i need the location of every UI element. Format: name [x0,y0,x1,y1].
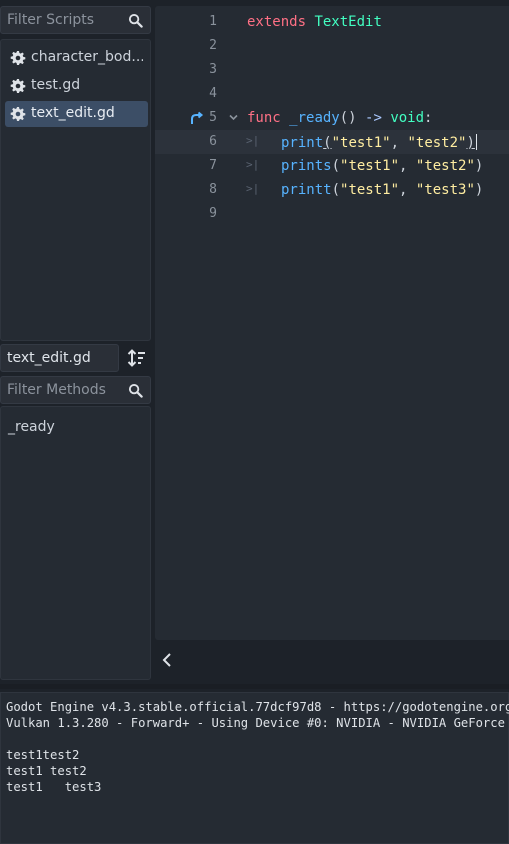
current-file-field[interactable]: text_edit.gd [0,344,119,372]
line-number: 3 [209,62,217,77]
line-number: 7 [209,158,217,173]
chevron-left-icon[interactable] [161,652,173,668]
type-name: void [390,110,425,126]
output-line: test1 test3 [6,780,102,794]
text-caret [475,134,477,150]
string: "test1" [340,182,400,198]
filter-methods-placeholder: Filter Methods [7,382,106,398]
output-panel: Godot Engine v4.3.stable.official.77dcf9… [0,692,509,844]
script-item-test[interactable]: test.gd [5,73,148,99]
comma: , [399,158,416,174]
line-number: 1 [209,14,217,29]
paren: ( [323,135,332,151]
code-line: 1 extends TextEdit [155,10,509,34]
function-name: _ready [289,110,340,126]
paren: ( [331,158,341,174]
code-line: 8 >| printt("test1", "test3") [155,178,509,202]
comma: , [399,182,416,198]
output-line: test1 test2 [6,764,87,778]
paren: ) [466,135,475,151]
string: "test1" [340,158,400,174]
scripts-list: character_bod... test.gd text_edit.gd [0,39,151,341]
paren: ( [331,182,341,198]
script-item-text-edit[interactable]: text_edit.gd [5,101,148,127]
tab-indicator-icon: >| [246,134,260,147]
string: "test2" [407,135,467,151]
comma: , [390,135,408,151]
code-line: 4 [155,82,509,106]
sort-icon[interactable] [124,346,150,370]
code-line-current: 6 >| print("test1", "test2") [155,130,509,154]
methods-list: _ready [0,406,151,680]
chevron-down-icon[interactable] [229,114,238,121]
filter-scripts-placeholder: Filter Scripts [7,12,95,28]
string: "test3" [415,182,475,198]
string: "test2" [415,158,475,174]
method-item-ready[interactable]: _ready [8,419,55,435]
scripts-panel: Filter Scripts character_bod... test.gd [0,0,153,684]
editor-status-bar [155,642,509,680]
tab-indicator-icon: >| [246,182,260,195]
function-call: print [281,135,324,151]
line-number: 6 [209,134,217,149]
line-number: 2 [209,38,217,53]
parens: () [339,110,357,126]
paren: ) [474,158,484,174]
string: "test1" [331,135,391,151]
tab-indicator-icon: >| [246,158,260,171]
keyword: extends [247,14,307,30]
code-line: 3 [155,58,509,82]
search-icon[interactable] [128,383,143,398]
current-file-name: text_edit.gd [7,350,91,366]
gear-icon [10,107,26,121]
code-editor[interactable]: 1 extends TextEdit 2 3 4 5 func _ready()… [155,6,509,640]
script-item-label: character_bod... [31,49,143,65]
line-number: 5 [209,110,217,125]
filter-methods-input[interactable]: Filter Methods [0,376,151,404]
code-line: 9 [155,202,509,226]
script-item-label: test.gd [31,77,81,93]
paren: ) [474,182,484,198]
code-line: 7 >| prints("test1", "test2") [155,154,509,178]
class-name: TextEdit [314,14,382,30]
gear-icon [10,51,26,65]
script-item-character-body[interactable]: character_bod... [5,45,148,71]
line-number: 4 [209,86,217,101]
code-line: 2 [155,34,509,58]
line-number: 9 [209,206,217,221]
keyword: func [247,110,281,126]
code-line: 5 func _ready() -> void: [155,106,509,130]
script-item-label: text_edit.gd [31,105,115,121]
colon: : [424,110,433,126]
output-line: Vulkan 1.3.280 - Forward+ - Using Device… [6,716,505,730]
line-number: 8 [209,182,217,197]
function-call: printt [281,182,332,198]
arrow: -> [365,110,382,126]
gear-icon [10,79,26,93]
output-line: test1test2 [6,748,80,762]
search-icon[interactable] [128,13,143,28]
filter-scripts-input[interactable]: Filter Scripts [0,6,151,34]
panel-splitter[interactable] [0,684,509,689]
function-call: prints [281,158,332,174]
output-line: Godot Engine v4.3.stable.official.77dcf9… [6,700,509,714]
